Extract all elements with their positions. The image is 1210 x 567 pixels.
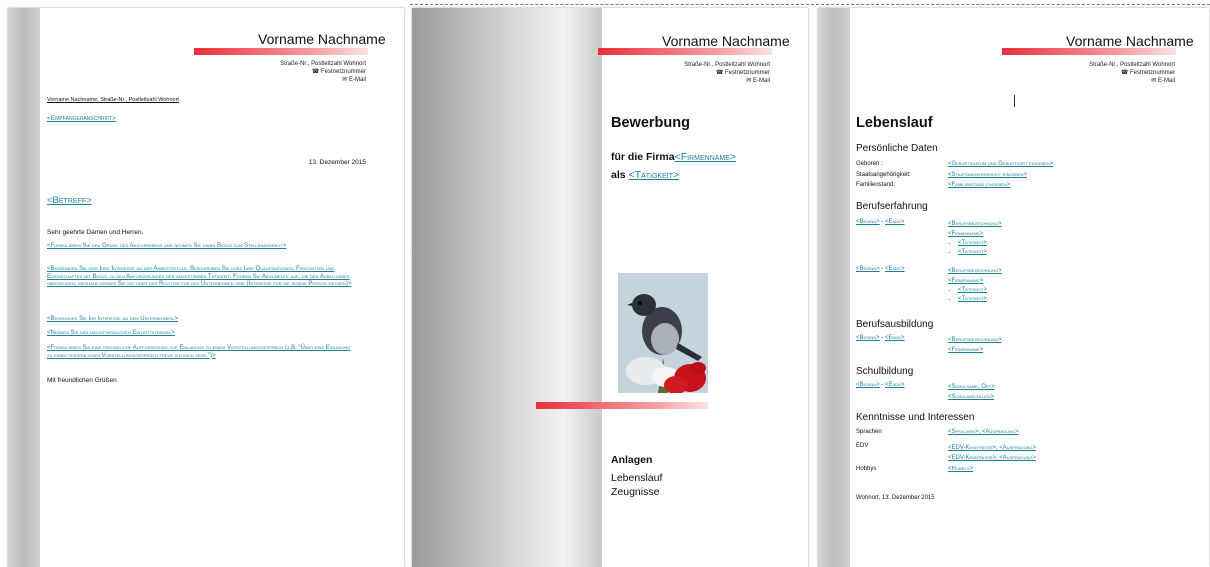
anlage-item: Zeugnisse xyxy=(611,486,660,498)
header-name: Vorname Nachname xyxy=(1066,33,1194,49)
paragraph-3[interactable]: <Begründen Sie Ihr Interesse an dem Unte… xyxy=(47,316,357,324)
value-staatsangehoerigkeit[interactable]: <Staatsangehörigkeit eingeben> xyxy=(948,172,1027,178)
header-contact: Straße-Nr., Postleitzahl Wohnort ☎ Festn… xyxy=(684,62,770,84)
ausbildung-detail: <Berufsbezeichnung> <Firmenname> xyxy=(948,337,1002,353)
applicant-photo[interactable] xyxy=(618,273,708,393)
side-gradient-panel xyxy=(412,8,602,567)
header-contact: Straße-Nr., Postleitzahl Wohnort ☎ Festn… xyxy=(280,61,366,83)
section-personal: Persönliche Daten xyxy=(856,143,938,154)
section-schulbildung: Schulbildung xyxy=(856,366,914,377)
label-geboren: Geboren : xyxy=(856,161,883,167)
anlagen-title: Anlagen xyxy=(611,454,653,466)
label-hobbys: Hobbys xyxy=(856,466,877,472)
label-familienstand: Familienstand: xyxy=(856,182,896,188)
paragraph-4[interactable]: <Nennen Sie den nächstmöglichen Eintritt… xyxy=(47,330,357,338)
side-decoration-bar xyxy=(818,8,850,567)
job-2: <Berufsbezeichnung> <Firmenname> <Tätigk… xyxy=(948,266,1002,304)
label-edv: EDV xyxy=(856,443,869,449)
section-kenntnisse: Kenntnisse und Interessen xyxy=(856,412,975,423)
taetigkeit-placeholder[interactable]: <Tätigkeit> xyxy=(629,169,680,181)
page-cover-letter: Vorname Nachname Straße-Nr., Postleitzah… xyxy=(8,8,404,567)
schule-detail: <Schulname, Ort> <Schulabschluss> xyxy=(948,384,995,400)
value-edv: <EDV-Kenntnisse>, <Ausprägung> <EDV-Kenn… xyxy=(948,445,1037,461)
page-separator-line xyxy=(410,4,1210,5)
cover-title: Bewerbung xyxy=(611,115,690,131)
header-name: Vorname Nachname xyxy=(258,31,386,47)
header-contact: Straße-Nr., Postleitzahl Wohnort ☎ Festn… xyxy=(1089,62,1175,84)
cover-firma-line: für die Firma<Firmenname> xyxy=(611,151,737,163)
value-hobbys[interactable]: <Hobbys> xyxy=(948,466,973,472)
anlage-item: Lebenslauf xyxy=(611,472,663,484)
cv-title: Lebenslauf xyxy=(856,115,933,131)
closing: Mit freundlichen Grüßen xyxy=(47,377,117,384)
value-geboren[interactable]: <Geburtsdatum und Geburtsort eingeben> xyxy=(948,161,1053,167)
schule-period: <Beginn> - <Ende> xyxy=(856,382,905,388)
paragraph-2[interactable]: <Begründen Sie hier Ihre Interesse an de… xyxy=(47,266,357,289)
subject-placeholder[interactable]: <Betreff> xyxy=(47,195,92,206)
text-cursor xyxy=(1014,95,1015,107)
header-red-line xyxy=(1002,48,1176,55)
firma-placeholder[interactable]: <Firmenname> xyxy=(675,151,736,163)
salutation: Sehr geehrte Damen und Herren, xyxy=(47,229,144,236)
page-cv: Vorname Nachname Straße-Nr., Postleitzah… xyxy=(818,8,1209,567)
side-decoration-bar xyxy=(8,8,40,567)
cover-als-line: als <Tätigkeit> xyxy=(611,169,680,181)
period-1: <Beginn> - <Ende> xyxy=(856,219,905,225)
label-staatsangehoerigkeit: Staatsangehörigkeit: xyxy=(856,172,911,178)
value-familienstand[interactable]: <Familienstand eingeben> xyxy=(948,182,1010,188)
header-red-line xyxy=(598,48,772,55)
header-name: Vorname Nachname xyxy=(662,33,790,49)
ausbildung-period: <Beginn> - <Ende> xyxy=(856,335,905,341)
section-berufsausbildung: Berufsausbildung xyxy=(856,319,934,330)
cover-red-line xyxy=(536,402,708,409)
paragraph-5[interactable]: <Formulieren Sie eine freundliche Auffor… xyxy=(47,345,357,360)
value-sprachen[interactable]: <Sprachen>, <Ausprägung> xyxy=(948,429,1019,435)
page-cover-sheet: Vorname Nachname Straße-Nr., Postleitzah… xyxy=(412,8,808,567)
paragraph-1[interactable]: <Formulieren Sie den Grund des Anschreib… xyxy=(47,243,357,251)
sender-line: Vorname Nachname, Straße-Nr., Postleitza… xyxy=(47,97,179,103)
period-2: <Beginn> - <Ende> xyxy=(856,266,905,272)
letter-date: 13. Dezember 2015 xyxy=(308,159,366,166)
label-sprachen: Sprachen xyxy=(856,429,882,435)
cv-footer: Wohnort, 13. Dezember 2015 xyxy=(856,495,935,501)
header-red-line xyxy=(194,48,368,55)
job-1: <Berufsbezeichnung> <Firmenname> <Tätigk… xyxy=(948,219,1002,257)
recipient-placeholder[interactable]: <Empfängeranschrift> xyxy=(47,115,116,122)
section-berufserfahrung: Berufserfahrung xyxy=(856,201,928,212)
